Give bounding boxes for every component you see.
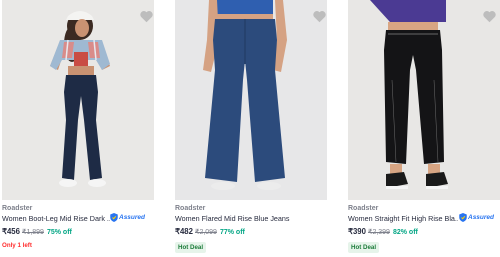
price-row: ₹482 ₹2,099 77% off: [175, 227, 245, 236]
product-price: ₹456: [2, 227, 20, 236]
product-title[interactable]: Women Boot-Leg Mid Rise Dark ...: [2, 214, 110, 223]
product-discount: 77% off: [219, 229, 245, 236]
product-discount: 75% off: [46, 229, 72, 236]
product-image[interactable]: [175, 0, 327, 200]
product-image[interactable]: [348, 0, 500, 200]
product-mrp: ₹2,399: [367, 229, 390, 236]
product-card[interactable]: Roadster Women Flared Mid Rise Blue Jean…: [175, 0, 327, 257]
product-title[interactable]: Women Flared Mid Rise Blue Jeans: [175, 214, 327, 223]
assured-badge-icon: [459, 213, 467, 222]
product-discount: 82% off: [392, 229, 418, 236]
product-price: ₹390: [348, 227, 366, 236]
heart-icon[interactable]: [139, 9, 154, 23]
product-price: ₹482: [175, 227, 193, 236]
product-image[interactable]: [2, 0, 154, 200]
assured-label: Assured: [468, 214, 495, 221]
heart-icon[interactable]: [482, 9, 497, 23]
product-mrp: ₹1,899: [21, 229, 44, 236]
heart-icon[interactable]: [312, 9, 327, 23]
assured-label: Assured: [119, 214, 146, 221]
product-card[interactable]: Roadster Women Boot-Leg Mid Rise Dark ..…: [2, 0, 154, 257]
product-card[interactable]: Roadster Women Straight Fit High Rise Bl…: [348, 0, 500, 257]
hot-deal-tag: Hot Deal: [175, 242, 207, 253]
assured-badge: Assured: [110, 213, 145, 222]
product-brand: Roadster: [348, 205, 379, 212]
assured-badge: Assured: [459, 213, 494, 222]
hot-deal-tag: Hot Deal: [348, 242, 380, 253]
stock-tag: Only 1 left: [2, 242, 32, 249]
price-row: ₹390 ₹2,399 82% off: [348, 227, 418, 236]
product-mrp: ₹2,099: [194, 229, 217, 236]
product-title[interactable]: Women Straight Fit High Rise Bla...: [348, 214, 458, 223]
assured-badge-icon: [110, 213, 118, 222]
price-row: ₹456 ₹1,899 75% off: [2, 227, 72, 236]
product-brand: Roadster: [175, 205, 206, 212]
product-brand: Roadster: [2, 205, 33, 212]
